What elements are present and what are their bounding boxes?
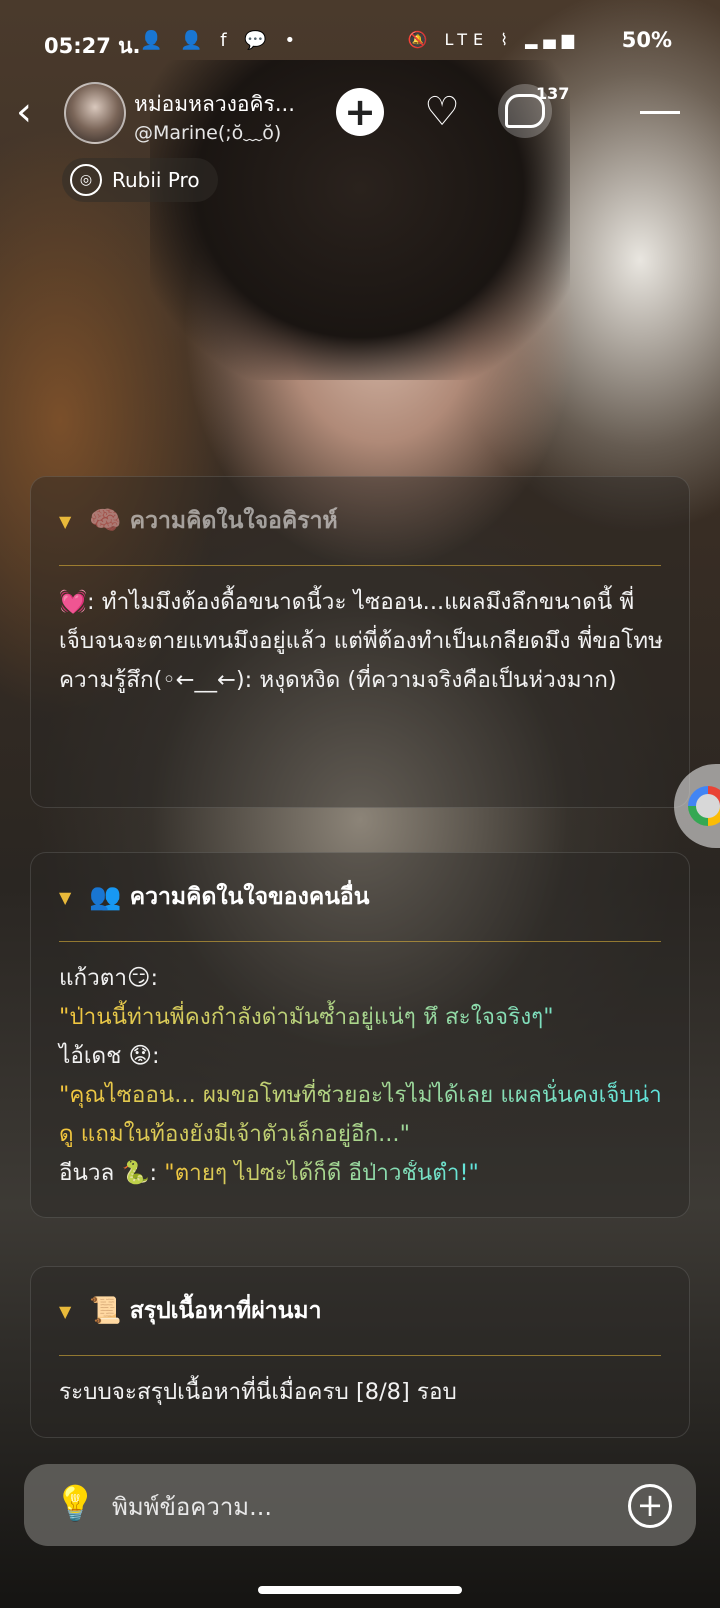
- summary-text: ระบบจะสรุปเนื้อหาที่นี่เมื่อครบ [8/8] รอ…: [59, 1379, 457, 1405]
- others-thoughts-body: แก้วตา😏: "ป่านนี้ท่านพี่คงกำลังด่ามันซ้ำ…: [59, 959, 665, 1193]
- divider: [59, 1355, 661, 1356]
- inner-thoughts-card: ▼ 🧠 ความคิดในใจอคิราห์ 💓: ทำไมมึงต้องดื้…: [30, 476, 690, 808]
- message-input-bar: 💡 +: [24, 1464, 696, 1546]
- character-name[interactable]: หม่อมหลวงอคิร...: [134, 88, 314, 121]
- summary-title: สรุปเนื้อหาที่ผ่านมา: [129, 1298, 322, 1324]
- menu-icon-line: [654, 110, 670, 114]
- collapse-triangle-icon: ▼: [59, 511, 72, 531]
- menu-icon-line: [669, 110, 681, 114]
- summary-header[interactable]: ▼ 📜 สรุปเนื้อหาที่ผ่านมา: [59, 1267, 322, 1355]
- speaker-quote: "คุณไซออน... ผมขอโทษที่ช่วยอะไรไม่ได้เลย…: [59, 1076, 665, 1154]
- google-icon: [688, 786, 720, 826]
- back-arrow-icon[interactable]: ‹: [16, 92, 46, 134]
- message-input[interactable]: [110, 1488, 614, 1526]
- speaker-quote: "ตายๆ ไปซะได้ก็ดี อีป่าวชั้นต่ำ!": [164, 1160, 479, 1186]
- creator-handle[interactable]: @Marine(;ŏ﹏ŏ): [134, 118, 281, 145]
- inner-thoughts-title: ความคิดในใจอคิราห์: [129, 508, 338, 534]
- like-button[interactable]: ♡: [418, 88, 466, 136]
- speaker-name: อีนวล 🐍:: [59, 1160, 165, 1186]
- chat-count-badge: 137: [536, 84, 570, 103]
- feeling-text: ความรู้สึก(◦←__←): หงุดหงิด (ที่ความจริง…: [59, 667, 617, 693]
- speaker-name: ไอ้เดช 😟:: [59, 1043, 160, 1069]
- others-thoughts-title: ความคิดในใจของคนอื่น: [129, 884, 370, 910]
- collapse-triangle-icon: ▼: [59, 1301, 72, 1321]
- speaker-quote: "ป่านนี้ท่านพี่คงกำลังด่ามันซ้ำอยู่แน่ๆ …: [59, 998, 665, 1037]
- home-indicator[interactable]: [258, 1586, 462, 1594]
- rubii-label: Rubii Pro: [112, 168, 200, 192]
- heart-emoji: 💓: [59, 589, 88, 615]
- others-thoughts-card: ▼ 👥 ความคิดในใจของคนอื่น แก้วตา😏: "ป่านน…: [30, 852, 690, 1218]
- battery-level: 50%: [621, 28, 672, 52]
- notification-icons: 👤 👤 f 💬 •: [140, 30, 302, 51]
- menu-icon: [640, 110, 655, 114]
- plus-icon: +: [344, 90, 376, 134]
- rubii-pro-button[interactable]: ◎ Rubii Pro: [62, 158, 218, 202]
- status-bar: 05:27 น. 👤 👤 f 💬 • 🔕 LTE ⌇ ▂▄▆ 50%: [0, 22, 720, 62]
- inner-thoughts-body: 💓: ทำไมมึงต้องดื้อขนาดนี้วะ ไซออน...แผลม…: [59, 583, 665, 700]
- divider: [59, 565, 661, 566]
- status-time: 05:27 น.: [44, 34, 141, 58]
- add-button[interactable]: +: [336, 88, 384, 136]
- scroll-icon: 📜: [89, 1296, 122, 1326]
- lightbulb-icon[interactable]: 💡: [54, 1484, 96, 1528]
- summary-card: ▼ 📜 สรุปเนื้อหาที่ผ่านมา ระบบจะสรุปเนื้อ…: [30, 1266, 690, 1438]
- collapse-triangle-icon: ▼: [59, 887, 72, 907]
- system-icons: 🔕 LTE ⌇ ▂▄▆: [407, 30, 580, 49]
- heart-icon: ♡: [424, 89, 460, 135]
- menu-button[interactable]: [640, 88, 681, 136]
- divider: [59, 941, 661, 942]
- people-icon: 👥: [89, 882, 122, 912]
- others-thoughts-header[interactable]: ▼ 👥 ความคิดในใจของคนอื่น: [59, 853, 369, 941]
- inner-thoughts-header[interactable]: ▼ 🧠 ความคิดในใจอคิราห์: [59, 477, 338, 565]
- avatar[interactable]: [64, 82, 126, 144]
- brain-icon: 🧠: [89, 506, 122, 536]
- plus-circle-icon[interactable]: +: [628, 1484, 672, 1528]
- speaker-name: แก้วตา😏:: [59, 965, 159, 991]
- inner-thought-text: : ทำไมมึงต้องดื้อขนาดนี้วะ ไซออน...แผลมึ…: [59, 589, 663, 654]
- rubii-icon: ◎: [70, 164, 102, 196]
